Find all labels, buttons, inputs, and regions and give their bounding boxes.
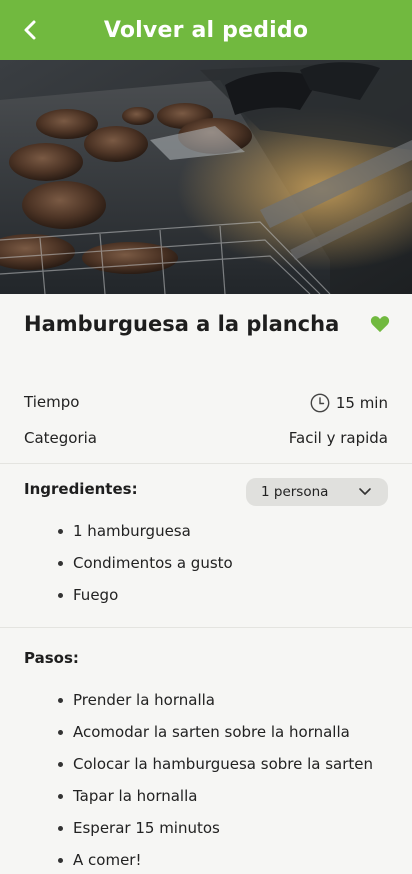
recipe-title-row: Hamburguesa a la plancha [24, 312, 394, 348]
time-row: Tiempo 15 min [24, 391, 388, 415]
divider [0, 627, 412, 628]
ingredient-item: Condimentos a gusto [58, 553, 233, 585]
favorite-button[interactable] [370, 315, 390, 333]
clock-icon [310, 393, 330, 413]
category-value: Facil y rapida [288, 429, 388, 447]
time-label: Tiempo [24, 393, 80, 411]
recipe-title: Hamburguesa a la plancha [24, 312, 340, 336]
ingredients-list: 1 hamburguesa Condimentos a gusto Fuego [58, 521, 233, 617]
chevron-down-icon [359, 488, 371, 495]
time-value-group: 15 min [310, 393, 388, 413]
step-item: Colocar la hamburguesa sobre la sarten [58, 754, 373, 786]
time-value: 15 min [335, 394, 388, 412]
step-item: Esperar 15 minutos [58, 818, 373, 850]
steps-title: Pasos: [24, 649, 79, 667]
step-item: Tapar la hornalla [58, 786, 373, 818]
ingredients-title: Ingredientes: [24, 480, 138, 498]
recipe-photo [0, 60, 412, 294]
step-item: Acomodar la sarten sobre la hornalla [58, 722, 373, 754]
ingredient-item: Fuego [58, 585, 233, 617]
servings-value: 1 persona [261, 484, 329, 500]
step-item: Prender la hornalla [58, 690, 373, 722]
header-title: Volver al pedido [103, 17, 309, 43]
steps-list: Prender la hornalla Acomodar la sarten s… [58, 690, 373, 874]
app-header: Volver al pedido [0, 0, 412, 60]
category-row: Categoria Facil y rapida [24, 427, 388, 451]
heart-icon [370, 316, 390, 333]
back-button[interactable] [14, 14, 46, 46]
ingredient-item: 1 hamburguesa [58, 521, 233, 553]
servings-select[interactable]: 1 persona [246, 478, 388, 506]
divider [0, 463, 412, 464]
category-label: Categoria [24, 429, 98, 447]
step-item: A comer! [58, 850, 373, 874]
chevron-left-icon [24, 20, 36, 40]
